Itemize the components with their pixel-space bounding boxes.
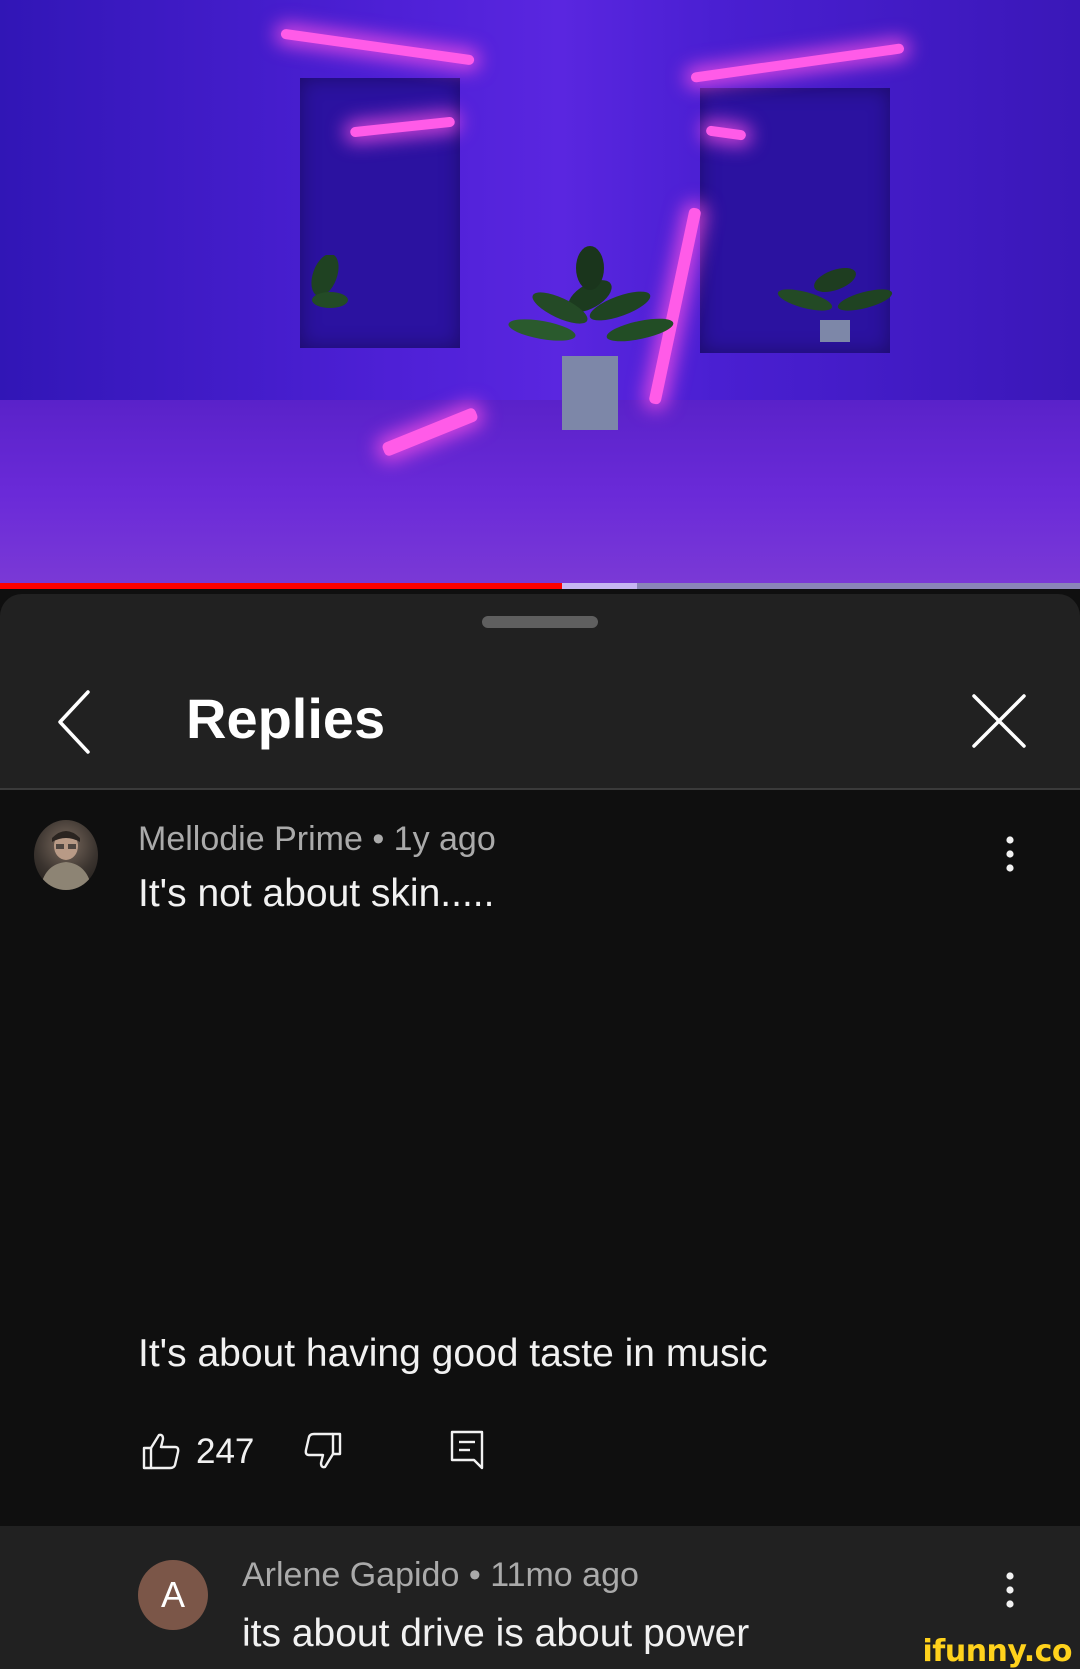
meta-separator: • bbox=[372, 820, 385, 858]
reply-icon bbox=[450, 1430, 484, 1470]
comment-item: A Arlene Gapido • 11mo ago its about dri… bbox=[0, 1526, 1080, 1669]
dislike-button[interactable] bbox=[302, 1430, 344, 1472]
plant bbox=[508, 246, 674, 430]
comment-author[interactable]: Arlene Gapido bbox=[242, 1556, 459, 1594]
comment-meta: Mellodie Prime • 1y ago bbox=[138, 820, 496, 859]
plant bbox=[777, 267, 893, 342]
avatar[interactable]: A bbox=[138, 1560, 208, 1630]
drag-handle[interactable] bbox=[482, 616, 598, 628]
more-button[interactable] bbox=[990, 1564, 1030, 1624]
like-button[interactable] bbox=[140, 1430, 182, 1472]
like-count: 247 bbox=[196, 1432, 255, 1471]
back-button[interactable] bbox=[50, 682, 106, 762]
comment-text-line: It's not about skin..... bbox=[138, 872, 495, 915]
page-title: Replies bbox=[186, 687, 386, 750]
progress-played bbox=[0, 583, 562, 589]
plant bbox=[311, 255, 348, 308]
comment-meta: Arlene Gapido • 11mo ago bbox=[242, 1556, 639, 1595]
comment-time: 1y ago bbox=[393, 820, 496, 858]
avatar-image bbox=[40, 831, 92, 890]
video-wall-left bbox=[0, 0, 560, 410]
close-button[interactable] bbox=[968, 682, 1032, 762]
chevron-left-icon bbox=[58, 690, 90, 754]
more-button[interactable] bbox=[990, 828, 1030, 888]
close-icon bbox=[972, 694, 1026, 748]
thumbs-up-icon bbox=[142, 1433, 180, 1470]
watermark-logo: ifunny.co bbox=[922, 1634, 1073, 1669]
meta-separator: • bbox=[468, 1556, 481, 1594]
comment-time: 11mo ago bbox=[490, 1556, 639, 1594]
more-vert-icon bbox=[1006, 1572, 1014, 1608]
sheet-header: Replies bbox=[0, 594, 1080, 789]
replies-sheet: Replies Mellodie Prime • 1y ago It's not… bbox=[0, 594, 1080, 1669]
comment-text-line: its about drive is about power bbox=[242, 1612, 750, 1655]
video-player[interactable] bbox=[0, 0, 1080, 588]
thumbs-down-icon bbox=[304, 1432, 342, 1469]
comment-author[interactable]: Mellodie Prime bbox=[138, 820, 363, 858]
comment-item: Mellodie Prime • 1y ago It's not about s… bbox=[0, 790, 1080, 1526]
comment-text-line: It's about having good taste in music bbox=[138, 1332, 768, 1375]
reply-button[interactable] bbox=[448, 1428, 486, 1472]
more-vert-icon bbox=[1006, 836, 1014, 872]
avatar[interactable] bbox=[34, 820, 98, 890]
